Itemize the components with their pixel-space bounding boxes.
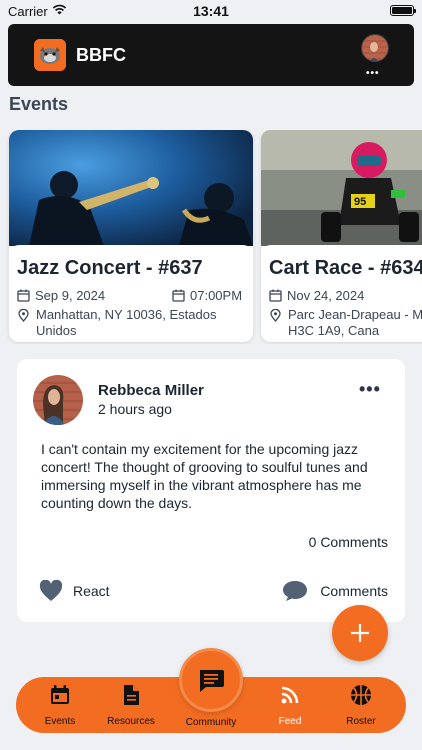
tab-community-label: Community (185, 717, 237, 728)
post-timestamp: 2 hours ago (98, 401, 172, 417)
calendar-icon (51, 685, 69, 704)
event-title: Jazz Concert - #637 (17, 257, 203, 279)
event-time-text: 07:00PM (190, 288, 243, 303)
document-icon (124, 685, 139, 705)
calendar-icon (269, 289, 282, 302)
post-body-text: I can't contain my excitement for the up… (41, 441, 368, 511)
event-date-text: Sep 9, 2024 (35, 288, 106, 303)
post-author-avatar[interactable] (33, 375, 83, 425)
tab-resources[interactable]: Resources (100, 677, 162, 733)
post-author-name: Rebbeca Miller (98, 382, 204, 399)
event-card[interactable]: Jazz Concert - #637 Sep 9, 2024 07:00PM … (9, 130, 253, 342)
app-title: BBFC (76, 45, 126, 65)
section-title-events: Events (9, 94, 69, 114)
event-body: Jazz Concert - #637 Sep 9, 2024 07:00PM … (9, 245, 253, 341)
tab-label: Feed (278, 716, 302, 727)
chat-icon (200, 670, 224, 692)
user-avatar[interactable] (361, 34, 389, 62)
event-image-kart: 95 (261, 130, 422, 246)
location-pin-icon (18, 309, 29, 322)
bulldog-logo-icon[interactable] (34, 39, 66, 71)
react-label: React (73, 583, 110, 599)
event-title: Cart Race - #634 (269, 257, 422, 279)
tab-label: Resources (107, 716, 155, 727)
event-date-text: Nov 24, 2024 (287, 288, 365, 303)
svg-text:95: 95 (354, 196, 366, 208)
tab-label: Roster (346, 716, 376, 727)
header-more-button[interactable]: ••• (366, 68, 380, 79)
event-card[interactable]: 95 Cart Race - #634 Nov 24, 2024 Parc Je… (261, 130, 422, 342)
add-post-button[interactable] (332, 605, 388, 661)
comments-label: Comments (320, 583, 388, 599)
event-location: Parc Jean-Drapeau - M Quebec H3C 1A9, Ca… (269, 307, 422, 339)
event-body: Cart Race - #634 Nov 24, 2024 Parc Jean-… (261, 245, 422, 341)
sports-ball-icon (351, 685, 371, 705)
rss-icon (281, 686, 299, 704)
tab-roster[interactable]: Roster (336, 677, 386, 733)
event-image-jazz (9, 130, 253, 246)
comments-button[interactable]: Comments (282, 580, 388, 602)
status-bar: Carrier 13:41 (0, 0, 422, 22)
plus-icon (351, 624, 369, 642)
post-card: Rebbeca Miller 2 hours ago ••• I can't c… (17, 359, 405, 622)
calendar-icon (17, 289, 30, 302)
clock: 13:41 (193, 3, 229, 19)
location-pin-icon (270, 309, 281, 322)
tab-events[interactable]: Events (36, 677, 84, 733)
post-more-button[interactable]: ••• (359, 379, 381, 400)
event-time: 07:00PM (172, 288, 242, 303)
app-header: BBFC ••• (8, 24, 414, 86)
event-location: Manhattan, NY 10036, Estados Unidos (17, 307, 253, 339)
tab-feed[interactable]: Feed (266, 677, 314, 733)
tab-community[interactable] (179, 648, 243, 712)
calendar-icon (172, 289, 185, 302)
react-button[interactable]: React (39, 580, 110, 602)
events-carousel[interactable]: Jazz Concert - #637 Sep 9, 2024 07:00PM … (0, 130, 422, 344)
tab-label: Events (44, 716, 76, 727)
event-date: Sep 9, 2024 (17, 288, 105, 303)
event-location-text: Manhattan, NY 10036, Estados Unidos (36, 307, 217, 338)
comments-count[interactable]: 0 Comments (309, 534, 388, 550)
event-date: Nov 24, 2024 (269, 288, 364, 303)
battery-icon (390, 5, 416, 16)
speech-bubble-icon (283, 581, 308, 601)
event-location-text: Parc Jean-Drapeau - M Quebec H3C 1A9, Ca… (288, 307, 422, 338)
heart-icon (39, 580, 63, 601)
